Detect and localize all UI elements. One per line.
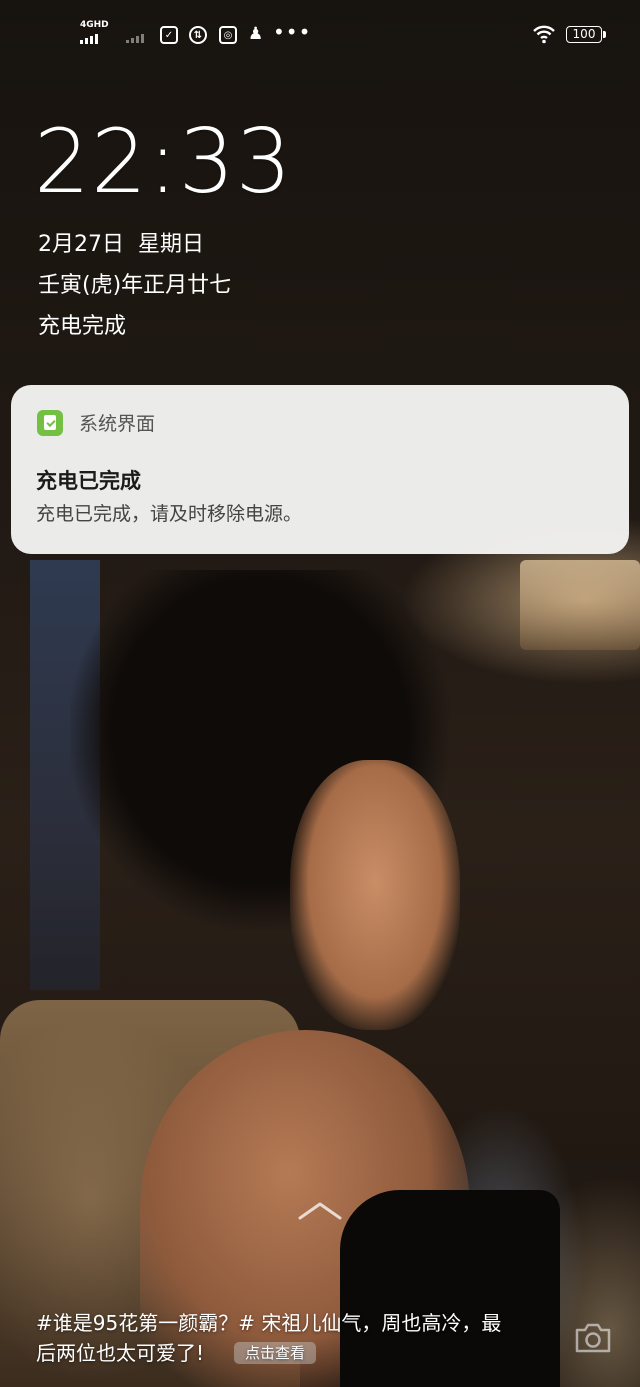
notification-title: 充电已完成 <box>36 469 141 493</box>
scan-icon: ◎ <box>219 26 237 44</box>
charge-status: 充电完成 <box>38 314 127 339</box>
date-row: 2月27日 星期日 <box>38 231 204 259</box>
lock-screen: 4GHD ✓ ⇅ ◎ ♟ ••• 100 22:33 2月27日 星期日 壬寅(虎… <box>0 0 640 1387</box>
qq-icon: ♟ <box>248 24 264 44</box>
lockscreen-clock: 22:33 <box>34 110 293 213</box>
battery-saver-icon: ✓ <box>160 26 178 44</box>
wallpaper-face <box>290 760 460 1030</box>
date-text: 2月27日 <box>38 232 124 257</box>
more-icon: ••• <box>273 20 312 44</box>
caption-line-2: 后两位也太可爱了! 点击查看 <box>36 1338 536 1368</box>
system-ui-app-icon <box>37 410 63 436</box>
notification-app-name: 系统界面 <box>79 413 156 435</box>
charging-notification[interactable]: 系统界面 充电已完成 充电已完成，请及时移除电源。 <box>11 385 629 554</box>
view-details-button[interactable]: 点击查看 <box>234 1342 317 1364</box>
cellular-signal-icon: 4GHD <box>80 20 112 48</box>
battery-indicator: 100 <box>566 26 606 43</box>
camera-icon[interactable] <box>573 1320 613 1356</box>
caption-line-1: #谁是95花第一颜霸？# 宋祖儿仙气，周也高冷，最 <box>36 1311 502 1335</box>
data-usage-icon: ⇅ <box>189 26 207 44</box>
swipe-up-chevron-icon[interactable] <box>298 1198 342 1222</box>
wallpaper-lamp <box>520 560 640 650</box>
notification-body: 充电已完成，请及时移除电源。 <box>36 503 303 525</box>
lunar-date: 壬寅(虎)年正月廿七 <box>38 273 232 298</box>
wallpaper-caption: #谁是95花第一颜霸？# 宋祖儿仙气，周也高冷，最 后两位也太可爱了! 点击查看 <box>36 1308 536 1368</box>
caption-line-2-text: 后两位也太可爱了! <box>36 1341 205 1365</box>
network-type-label: 4GHD <box>80 20 109 30</box>
status-bar: 4GHD ✓ ⇅ ◎ ♟ ••• 100 <box>0 0 640 68</box>
wifi-icon <box>533 25 555 44</box>
weekday-text: 星期日 <box>138 232 205 257</box>
